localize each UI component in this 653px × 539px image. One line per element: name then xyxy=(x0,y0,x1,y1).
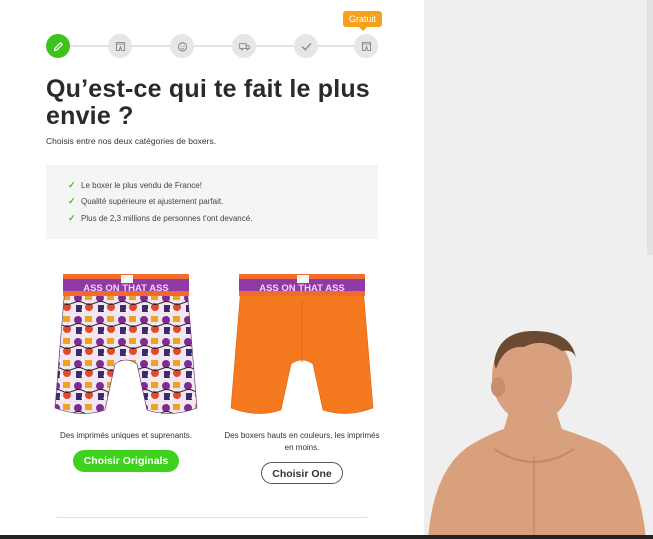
benefit-text: Le boxer le plus vendu de France! xyxy=(81,180,202,190)
benefit-item: ✓ Le boxer le plus vendu de France! xyxy=(68,177,378,194)
product-description: Des imprimés uniques et suprenants. xyxy=(59,431,193,440)
step-boxer[interactable] xyxy=(108,34,132,58)
step-check[interactable] xyxy=(294,34,318,58)
check-icon: ✓ xyxy=(68,196,76,207)
truck-icon xyxy=(238,42,250,50)
benefits-box: ✓ Le boxer le plus vendu de France! ✓ Qu… xyxy=(46,165,378,239)
product-originals: ASS ON THAT ASS Des imprimés uniques et … xyxy=(46,270,206,472)
check-icon: ✓ xyxy=(68,179,76,190)
waistband-text: ASS ON THAT ASS xyxy=(259,283,345,294)
bottom-bar xyxy=(0,535,653,539)
step-truck[interactable] xyxy=(232,34,256,58)
model-photo xyxy=(428,331,646,539)
boxer-icon xyxy=(361,41,371,51)
page-title: Qu’est-ce qui te fait le plus envie ? xyxy=(46,75,370,130)
free-badge: Gratuit xyxy=(343,11,383,31)
content-panel: Gratuit Qu’est-ce qui te fait le plus en… xyxy=(0,0,424,539)
choose-one-button[interactable]: Choisir One xyxy=(261,462,343,484)
product-one: ASS ON THAT ASS Des boxers hauts en coul… xyxy=(222,270,382,484)
check-icon xyxy=(301,42,311,51)
choose-originals-button[interactable]: Choisir Originals xyxy=(72,450,180,472)
benefit-text: Plus de 2,3 millions de personnes t'ont … xyxy=(81,213,253,223)
waistband-text: ASS ON THAT ASS xyxy=(83,283,169,294)
benefit-item: ✓ Plus de 2,3 millions de personnes t'on… xyxy=(68,210,378,227)
benefit-text: Qualité supérieure et ajustement parfait… xyxy=(81,197,224,207)
page-subtitle: Choisis entre nos deux catégories de box… xyxy=(46,136,217,146)
boxer-one-image[interactable]: ASS ON THAT ASS xyxy=(227,270,377,426)
benefit-item: ✓ Qualité supérieure et ajustement parfa… xyxy=(68,194,378,211)
divider xyxy=(57,517,367,518)
boxer-originals-image[interactable]: ASS ON THAT ASS xyxy=(51,270,201,426)
face-icon xyxy=(177,41,187,51)
pencil-icon xyxy=(53,41,63,51)
product-description: Des boxers hauts en couleurs, les imprim… xyxy=(224,431,380,452)
step-boxer-free[interactable] xyxy=(354,34,378,58)
check-icon: ✓ xyxy=(68,212,76,223)
progress-line xyxy=(58,45,366,47)
panel-edge xyxy=(647,0,653,255)
progress-steps xyxy=(46,34,378,58)
step-face[interactable] xyxy=(170,34,194,58)
boxer-icon xyxy=(115,41,125,51)
step-pencil[interactable] xyxy=(46,34,70,58)
